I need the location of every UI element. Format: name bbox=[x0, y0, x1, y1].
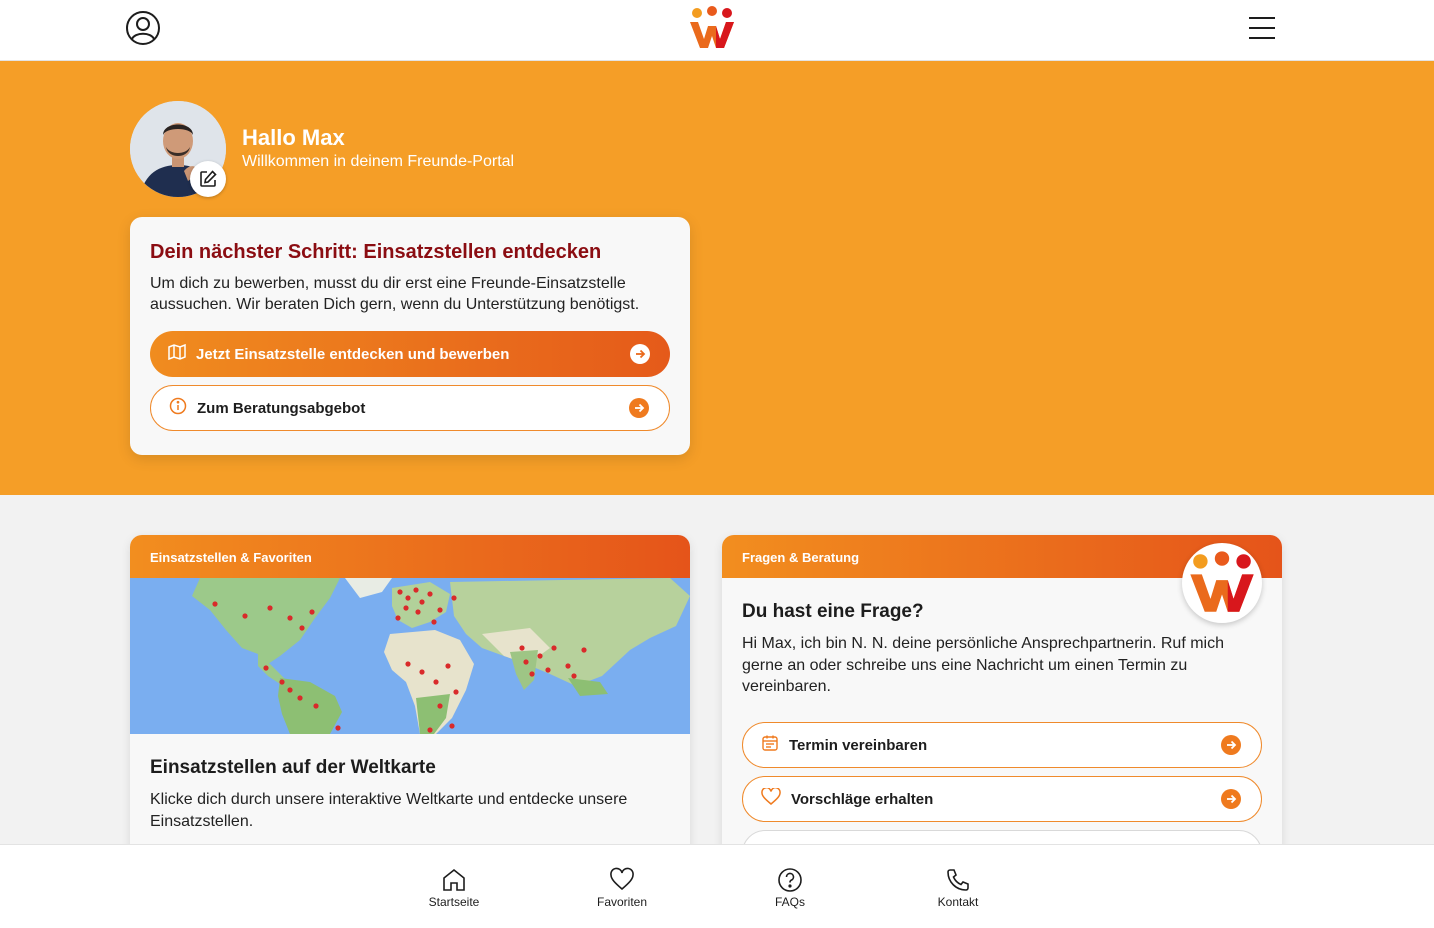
advice-card-title: Du hast eine Frage? bbox=[742, 601, 924, 622]
info-icon bbox=[169, 397, 187, 419]
nav-item-startseite[interactable]: Startseite bbox=[404, 867, 504, 909]
freunde-logo bbox=[1182, 543, 1262, 623]
places-card-header: Einsatzstellen & Favoriten bbox=[130, 535, 690, 578]
heart-icon bbox=[572, 867, 672, 893]
home-icon bbox=[404, 867, 504, 893]
map-icon bbox=[168, 343, 186, 364]
places-card-title: Einsatzstellen auf der Weltkarte bbox=[150, 757, 436, 778]
arrow-right-icon bbox=[629, 398, 649, 418]
bottom-nav: Startseite Favoriten FAQs Kontakt bbox=[0, 844, 1434, 928]
places-card-text: Klicke dich durch unsere interaktive Wel… bbox=[150, 791, 628, 830]
appointment-button[interactable]: Termin vereinbaren bbox=[742, 722, 1262, 768]
nav-item-favoriten[interactable]: Favoriten bbox=[572, 867, 672, 909]
freunde-logo[interactable] bbox=[687, 6, 737, 50]
nav-label: Favoriten bbox=[596, 895, 648, 909]
nav-label: FAQs bbox=[774, 895, 805, 909]
greeting-title: Hallo Max bbox=[242, 125, 345, 150]
consultation-button[interactable]: Zum Beratungsabgebot bbox=[150, 385, 670, 431]
next-step-title: Dein nächster Schritt: Einsatzstellen en… bbox=[150, 241, 602, 263]
heart-icon bbox=[761, 786, 781, 810]
welcome-text: Willkommen in deinem Freunde-Portal bbox=[242, 153, 515, 170]
next-step-card: Dein nächster Schritt: Einsatzstellen en… bbox=[130, 217, 690, 455]
advice-card-text: Hi Max, ich bin N. N. deine persönliche … bbox=[742, 635, 1224, 695]
user-circle-icon[interactable] bbox=[125, 10, 161, 46]
arrow-right-icon bbox=[1221, 735, 1241, 755]
arrow-right-icon bbox=[630, 344, 650, 364]
edit-icon[interactable] bbox=[190, 161, 226, 197]
nav-label: Kontakt bbox=[937, 895, 979, 909]
suggestions-label: Vorschläge erhalten bbox=[791, 790, 934, 808]
discover-apply-button[interactable]: Jetzt Einsatzstelle entdecken und bewerb… bbox=[150, 331, 670, 377]
world-map[interactable] bbox=[130, 578, 690, 734]
calendar-icon bbox=[761, 734, 779, 756]
nav-item-faqs[interactable]: FAQs bbox=[740, 867, 840, 909]
phone-icon bbox=[908, 867, 1008, 893]
arrow-right-icon bbox=[1221, 789, 1241, 809]
discover-apply-label: Jetzt Einsatzstelle entdecken und bewerb… bbox=[196, 345, 510, 363]
question-icon bbox=[740, 867, 840, 893]
consultation-label: Zum Beratungsabgebot bbox=[197, 399, 366, 417]
nav-label: Startseite bbox=[428, 895, 480, 909]
next-step-text: Um dich zu bewerben, musst du dir erst e… bbox=[150, 275, 640, 313]
advice-card: Fragen & Beratung Du hast eine Frage? Hi… bbox=[722, 535, 1282, 876]
suggestions-button[interactable]: Vorschläge erhalten bbox=[742, 776, 1262, 822]
nav-item-kontakt[interactable]: Kontakt bbox=[908, 867, 1008, 909]
appointment-label: Termin vereinbaren bbox=[789, 736, 928, 754]
places-card[interactable]: Einsatzstellen & Favoriten Einsatzstelle… bbox=[130, 535, 690, 865]
hamburger-menu-icon[interactable] bbox=[1247, 14, 1277, 42]
hero-section: Hallo Max Willkommen in deinem Freunde-P… bbox=[0, 61, 1434, 495]
top-bar bbox=[0, 0, 1434, 61]
